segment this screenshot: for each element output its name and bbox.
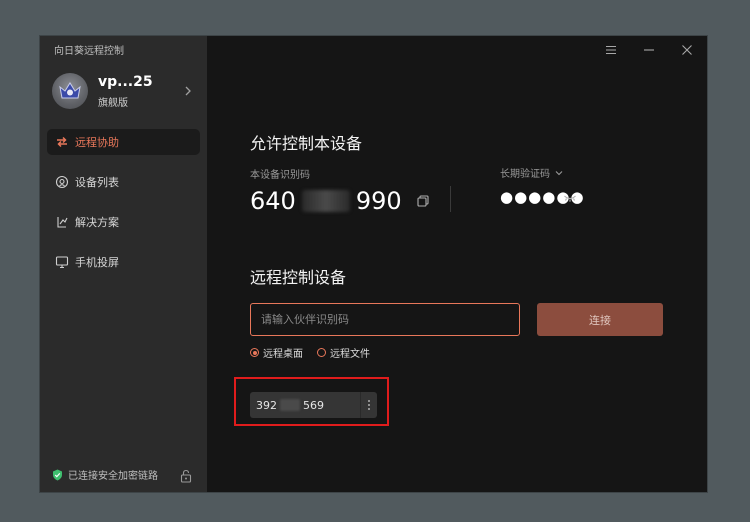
copy-icon[interactable] [416, 194, 430, 208]
allow-control-title: 允许控制本设备 [250, 134, 363, 153]
recent-id-suffix: 569 [303, 398, 324, 412]
radio-indicator [317, 348, 326, 357]
device-id: 640 990 [250, 186, 430, 216]
device-id-label: 本设备识别码 [250, 170, 310, 181]
sidebar-item-device-list[interactable]: 设备列表 [47, 169, 200, 195]
sidebar-item-label: 设备列表 [75, 176, 119, 189]
lock-icon[interactable] [179, 469, 193, 483]
card-more-button[interactable] [360, 392, 377, 418]
radio-label: 远程桌面 [263, 349, 303, 360]
sidebar-item-remote-assist[interactable]: 远程协助 [47, 129, 200, 155]
username: vp...25 [98, 73, 153, 90]
menu-icon [606, 45, 616, 55]
edition-badge: 旗舰版 [98, 97, 128, 109]
divider [450, 186, 451, 212]
avatar [52, 73, 88, 109]
eye-closed-icon[interactable] [563, 192, 577, 204]
radio-remote-file[interactable]: 远程文件 [317, 345, 370, 360]
recent-device-id: 392 569 [256, 399, 324, 412]
sidebar: 向日葵远程控制 vp...25 旗舰版 远程协助 设备列表 解决方案 手机投屏 … [40, 36, 207, 492]
connection-mode-group: 远程桌面 远程文件 [250, 345, 384, 360]
menu-button[interactable] [603, 42, 619, 58]
solution-icon [55, 215, 69, 229]
app-window: 向日葵远程控制 vp...25 旗舰版 远程协助 设备列表 解决方案 手机投屏 … [40, 36, 707, 492]
main-panel: 允许控制本设备 本设备识别码 640 990 长期验证码 ●●●●●● 远程控制… [207, 36, 707, 492]
remote-control-title: 远程控制设备 [250, 268, 347, 287]
device-id-redacted [301, 190, 350, 212]
sidebar-item-label: 远程协助 [75, 136, 119, 149]
recent-device-card[interactable]: 392 569 [250, 392, 377, 418]
sidebar-item-label: 解决方案 [75, 216, 119, 229]
remote-assist-icon [55, 135, 69, 149]
close-button[interactable] [679, 42, 695, 58]
radio-label: 远程文件 [330, 349, 370, 360]
verify-code-selector[interactable]: 长期验证码 [500, 165, 564, 180]
profile-card[interactable]: vp...25 旗舰版 [52, 72, 197, 110]
minimize-button[interactable] [641, 42, 657, 58]
app-title: 向日葵远程控制 [54, 46, 124, 57]
device-id-prefix: 640 [250, 187, 296, 215]
minimize-icon [644, 49, 654, 51]
sidebar-item-screen-cast[interactable]: 手机投屏 [47, 249, 200, 275]
device-list-icon [55, 175, 69, 189]
screen-cast-icon [55, 255, 69, 269]
connect-button[interactable]: 连接 [537, 303, 663, 336]
device-id-suffix: 990 [355, 187, 402, 215]
close-icon [682, 45, 692, 55]
radio-indicator [250, 348, 259, 357]
more-vertical-icon [368, 400, 370, 410]
crown-avatar-icon [59, 82, 81, 99]
sidebar-item-label: 手机投屏 [75, 256, 119, 269]
radio-remote-desktop[interactable]: 远程桌面 [250, 345, 303, 360]
sidebar-item-solution[interactable]: 解决方案 [47, 209, 200, 235]
chevron-down-icon [555, 170, 563, 175]
sidebar-nav: 远程协助 设备列表 解决方案 手机投屏 [47, 129, 200, 289]
recent-id-prefix: 392 [256, 398, 277, 412]
recent-id-redacted [280, 399, 300, 411]
chevron-right-icon[interactable] [181, 84, 195, 98]
verify-code-label: 长期验证码 [500, 169, 550, 180]
security-status: 已连接安全加密链路 [52, 467, 158, 482]
security-status-text: 已连接安全加密链路 [68, 471, 158, 482]
partner-id-input[interactable] [250, 303, 520, 336]
shield-check-icon [53, 469, 62, 480]
